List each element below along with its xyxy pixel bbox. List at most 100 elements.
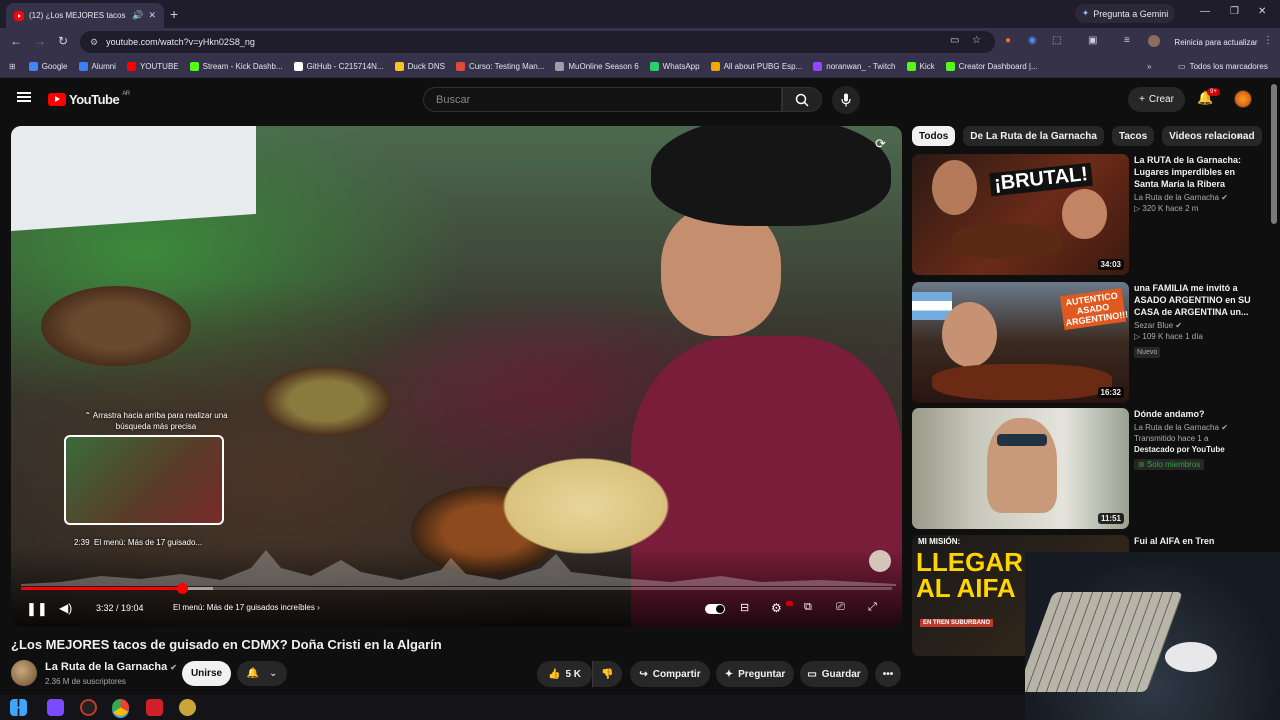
recommendation-card[interactable]: 11:51 Dónde andamo? La Ruta de la Garnac… xyxy=(912,408,1262,529)
apps-grid-icon[interactable]: ⊞ xyxy=(9,62,16,71)
page-scrollbar[interactable] xyxy=(1271,84,1277,224)
profile-avatar[interactable] xyxy=(1148,35,1160,47)
thumbs-down-icon: 👎 xyxy=(601,668,614,680)
settings-gear-icon[interactable]: ⚙ xyxy=(771,601,782,615)
more-actions-button[interactable]: ••• xyxy=(875,661,901,687)
search-input[interactable]: Buscar xyxy=(423,87,782,112)
browser-tab[interactable]: (12) ¿Los MEJORES tacos de 🔊 ✕ xyxy=(6,3,164,28)
bookmark-item[interactable]: Kick xyxy=(906,62,935,71)
address-bar[interactable]: ⚙ youtube.com/watch?v=yHkn02S8_ng xyxy=(80,31,995,53)
bookmark-item[interactable]: MuOnline Season 6 xyxy=(555,62,639,71)
bookmark-item[interactable]: YOUTUBE xyxy=(126,62,179,71)
extension-flame-icon[interactable]: ● xyxy=(1005,35,1011,46)
join-button[interactable]: Unirse xyxy=(182,661,231,686)
minimize-icon[interactable]: — xyxy=(1200,6,1210,17)
bookmark-item[interactable]: GitHub - C215714N... xyxy=(293,62,384,71)
ask-button[interactable]: ✦ Preguntar xyxy=(716,661,794,687)
video-frame-whiteboard xyxy=(11,126,256,231)
recommendation-title[interactable]: Fui al AIFA en Tren xyxy=(1134,535,1262,547)
all-bookmarks-button[interactable]: ▭ Todos los marcadores xyxy=(1178,62,1268,71)
chapter-title[interactable]: El menú: Más de 17 guisados increíbles › xyxy=(173,603,320,612)
recommendation-channel[interactable]: Sezar Blue ✔ xyxy=(1134,321,1262,330)
bookmark-item[interactable]: Stream - Kick Dashb... xyxy=(189,62,283,71)
channel-avatar[interactable] xyxy=(11,660,37,686)
progress-bar[interactable] xyxy=(21,583,892,594)
taskbar-app-icon[interactable] xyxy=(146,699,163,716)
recommendation-card[interactable]: ¡BRUTAL! 34:03 La RUTA de la Garnacha: L… xyxy=(912,154,1262,275)
channel-name[interactable]: La Ruta de la Garnacha ✔ xyxy=(45,661,177,673)
reload-icon[interactable]: ↻ xyxy=(58,34,68,48)
like-button[interactable]: 👍 5 K xyxy=(537,661,592,687)
media-icon[interactable]: ≡ xyxy=(1124,35,1130,46)
bookmark-favicon-icon xyxy=(649,62,659,71)
bookmark-item[interactable]: Creator Dashboard |... xyxy=(945,62,1038,71)
recommendation-channel-name: Sezar Blue xyxy=(1134,321,1174,330)
chrome-taskbar-icon[interactable] xyxy=(112,699,129,716)
create-button[interactable]: + Crear xyxy=(1128,87,1185,112)
recommendation-title[interactable]: Dónde andamo? xyxy=(1134,408,1262,420)
video-thumbnail[interactable]: 11:51 xyxy=(912,408,1129,529)
recommendation-title[interactable]: una FAMILIA me invitó a ASADO ARGENTINO … xyxy=(1134,282,1262,318)
verified-icon: ✔ xyxy=(1221,193,1228,202)
restart-to-update-button[interactable]: Reinicia para actualizar xyxy=(1170,33,1262,51)
channel-watermark[interactable] xyxy=(869,550,891,572)
bookmark-star-icon[interactable]: ☆ xyxy=(972,35,981,46)
forward-icon[interactable]: → xyxy=(34,34,46,48)
youtube-header: YouTube AR Buscar + Crear 🔔 9+ xyxy=(0,80,1280,118)
taskbar-app-icon[interactable] xyxy=(179,699,196,716)
filter-chip[interactable]: Tacos xyxy=(1111,126,1155,146)
youtube-logo[interactable]: YouTube AR xyxy=(48,91,130,107)
taskbar-app-icon[interactable] xyxy=(80,699,97,716)
filter-chip[interactable]: Todos xyxy=(912,126,956,146)
bookmark-item[interactable]: Alumni xyxy=(78,62,116,71)
thumbnail-subtext: MI MISIÓN: xyxy=(918,537,961,546)
extensions-puzzle-icon[interactable]: ⬚ xyxy=(1052,35,1061,46)
recommendation-channel[interactable]: La Ruta de la Garnacha ✔ xyxy=(1134,423,1262,432)
taskbar-app-icon[interactable] xyxy=(47,699,64,716)
windows-start-icon[interactable] xyxy=(10,699,27,716)
hamburger-menu-icon[interactable] xyxy=(17,92,31,102)
bookmark-item[interactable]: Curso: Testing Man... xyxy=(455,62,544,71)
gemini-button[interactable]: ✦ Pregunta a Gemini xyxy=(1075,4,1175,23)
video-player[interactable]: ⟳ ⌃ Arrastra hacia arriba para realizar … xyxy=(11,126,902,627)
pause-icon[interactable]: ❚❚ xyxy=(26,601,48,617)
close-window-icon[interactable]: ✕ xyxy=(1258,6,1266,17)
save-button[interactable]: ▭ Guardar xyxy=(800,661,868,687)
cast-icon[interactable]: ▭ xyxy=(950,35,959,46)
share-button[interactable]: ↪ Compartir xyxy=(630,661,710,687)
search-button[interactable] xyxy=(782,87,822,112)
restore-icon[interactable]: ❐ xyxy=(1230,6,1239,17)
speaker-icon[interactable]: 🔊 xyxy=(132,10,143,21)
recommendation-card[interactable]: AUTENTICO ASADO ARGENTINO!!! 16:32 una F… xyxy=(912,282,1262,403)
bookmark-item[interactable]: WhatsApp xyxy=(649,62,700,71)
recommendation-title[interactable]: La RUTA de la Garnacha: Lugares imperdib… xyxy=(1134,154,1262,190)
filter-chip[interactable]: Videos relacionad xyxy=(1162,126,1262,146)
autoplay-toggle[interactable] xyxy=(705,604,725,614)
volume-icon[interactable]: ◀) xyxy=(59,601,72,615)
fullscreen-icon[interactable]: ⤢ xyxy=(868,601,877,614)
filter-chip[interactable]: De La Ruta de la Garnacha xyxy=(963,126,1104,146)
subscription-bell-button[interactable]: 🔔 ⌄ xyxy=(237,661,287,686)
voice-search-button[interactable] xyxy=(832,86,860,114)
sidepanel-icon[interactable]: ▣ xyxy=(1088,35,1097,46)
bookmark-item[interactable]: Duck DNS xyxy=(394,62,445,71)
site-info-icon[interactable]: ⚙ xyxy=(90,37,98,48)
bookmarks-overflow-icon[interactable]: » xyxy=(1147,62,1151,71)
video-thumbnail[interactable]: ¡BRUTAL! 34:03 xyxy=(912,154,1129,275)
subtitles-icon[interactable]: ⊟ xyxy=(740,601,749,614)
miniplayer-icon[interactable]: ⧉ xyxy=(804,601,812,614)
close-tab-icon[interactable]: ✕ xyxy=(148,10,156,21)
account-avatar[interactable] xyxy=(1234,90,1252,108)
new-tab-button[interactable]: + xyxy=(170,6,178,22)
recommendation-channel[interactable]: La Ruta de la Garnacha ✔ xyxy=(1134,193,1262,202)
extension-icon[interactable]: ◉ xyxy=(1028,35,1037,46)
back-icon[interactable]: ← xyxy=(10,34,22,48)
cast-to-tv-icon[interactable]: ⎚ xyxy=(836,601,845,614)
video-thumbnail[interactable]: AUTENTICO ASADO ARGENTINO!!! 16:32 xyxy=(912,282,1129,403)
dislike-button[interactable]: 👎 xyxy=(592,661,622,687)
bookmark-item[interactable]: Google xyxy=(28,62,68,71)
menu-kebab-icon[interactable]: ⋮ xyxy=(1263,35,1273,46)
chevron-right-icon[interactable]: › xyxy=(1237,129,1241,143)
bookmark-item[interactable]: All about PUBG Esp... xyxy=(710,62,802,71)
bookmark-item[interactable]: noranwan_ - Twitch xyxy=(813,62,896,71)
